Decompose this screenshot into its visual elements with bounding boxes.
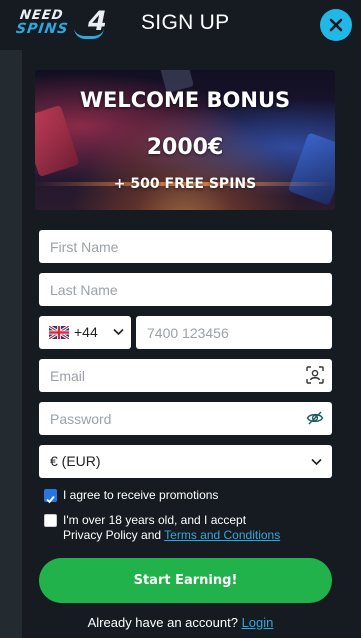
phone-input[interactable] <box>136 316 332 349</box>
page-backdrop <box>0 0 22 638</box>
close-icon <box>329 18 343 32</box>
age-terms-checkbox[interactable] <box>44 514 57 527</box>
bonus-amount: 2000€ <box>146 135 224 160</box>
age-terms-label-line2: Privacy Policy and Terms and Conditions <box>63 528 280 542</box>
email-input[interactable] <box>39 359 332 392</box>
welcome-bonus-banner: WELCOME BONUS 2000€ + 500 FREE SPINS <box>35 70 335 210</box>
age-terms-label-line1: I'm over 18 years old, and I accept <box>63 513 247 527</box>
password-field <box>39 402 332 435</box>
chevron-down-icon <box>311 458 322 466</box>
modal-header: NEED SPINS 4 SIGN UP <box>0 0 361 50</box>
phone-field <box>136 316 332 349</box>
chevron-down-icon <box>113 328 124 336</box>
currency-value: € (EUR) <box>50 453 101 469</box>
start-earning-button[interactable]: Start Earning! <box>39 558 332 603</box>
login-link[interactable]: Login <box>242 615 274 630</box>
email-field <box>39 359 332 392</box>
first-name-input[interactable] <box>39 230 332 263</box>
last-name-field <box>39 273 332 306</box>
logo-swoosh <box>74 28 104 39</box>
terms-link[interactable]: Terms and Conditions <box>164 528 280 542</box>
last-name-input[interactable] <box>39 273 332 306</box>
login-prompt: Already have an account? Login <box>0 615 361 630</box>
eye-off-icon[interactable] <box>306 409 324 427</box>
close-button[interactable] <box>320 9 352 41</box>
checkmark-icon <box>46 495 55 504</box>
uk-flag-icon <box>49 326 69 339</box>
first-name-field <box>39 230 332 263</box>
bonus-title: WELCOME BONUS <box>79 88 291 112</box>
privacy-policy-text: Privacy Policy and <box>63 528 165 542</box>
country-code-select[interactable]: +44 <box>39 316 131 349</box>
brand-logo: NEED SPINS 4 <box>14 6 110 40</box>
dial-code: +44 <box>74 324 98 340</box>
bonus-free-spins: + 500 FREE SPINS <box>113 176 257 192</box>
password-input[interactable] <box>39 402 332 435</box>
logo-text-spins: SPINS <box>14 21 70 37</box>
currency-select[interactable]: € (EUR) <box>39 445 332 478</box>
login-prompt-text: Already have an account? <box>87 615 238 630</box>
promotions-checkbox[interactable] <box>44 489 57 504</box>
promotions-label: I agree to receive promotions <box>63 488 219 502</box>
modal-title: SIGN UP <box>141 11 230 34</box>
user-scan-icon <box>306 366 324 384</box>
